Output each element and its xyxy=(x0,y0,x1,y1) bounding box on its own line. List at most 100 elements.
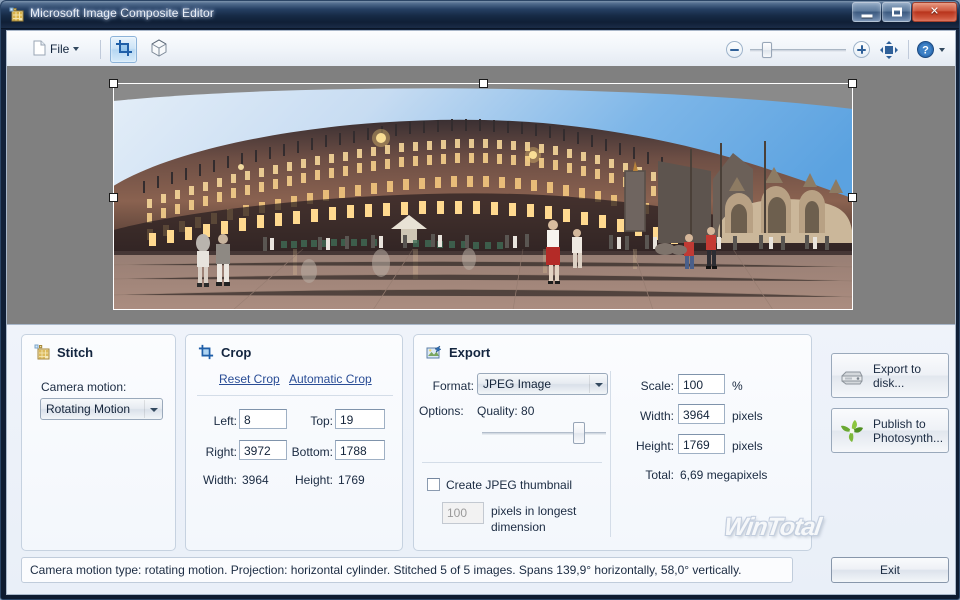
photosynth-leaf-icon xyxy=(839,418,865,444)
file-menu-button[interactable]: File xyxy=(24,36,87,62)
export-height-input[interactable]: 1769 xyxy=(678,434,725,454)
chevron-down-icon xyxy=(73,47,80,51)
crop-group: Crop Reset Crop Automatic Crop Left: 8 T… xyxy=(185,334,403,551)
crop-handle-top-right[interactable] xyxy=(848,79,857,88)
chevron-down-icon-camera xyxy=(150,408,158,412)
scale-input[interactable]: 100 xyxy=(678,374,725,394)
crop-tool-button[interactable] xyxy=(110,36,137,63)
status-bar: Camera motion type: rotating motion. Pro… xyxy=(21,557,793,583)
crop-right-label: Right: xyxy=(205,445,237,459)
stitch-title-label: Stitch xyxy=(57,344,94,360)
hard-disk-icon xyxy=(839,363,865,389)
camera-motion-select[interactable]: Rotating Motion xyxy=(40,398,163,420)
export-title-label: Export xyxy=(449,344,491,360)
quality-slider[interactable] xyxy=(482,422,606,444)
chevron-down-icon-help xyxy=(939,47,945,52)
title-bar: Microsoft Image Composite Editor ✕ xyxy=(1,1,959,29)
toolbar: File ? xyxy=(6,30,956,67)
publish-to-photosynth-button[interactable]: Publish to Photosynth... xyxy=(831,408,949,453)
help-question-icon: ? xyxy=(917,41,934,58)
crop-icon-panel xyxy=(198,344,214,360)
total-label: Total: xyxy=(645,468,674,482)
format-select[interactable]: JPEG Image xyxy=(477,373,608,395)
document-icon xyxy=(32,40,46,59)
stitch-group: Stitch Camera motion: Rotating Motion xyxy=(21,334,176,551)
create-jpeg-thumbnail-label: Create JPEG thumbnail xyxy=(446,478,573,492)
crop-handle-top-left[interactable] xyxy=(109,79,118,88)
file-menu-label: File xyxy=(50,42,70,56)
crop-title-label: Crop xyxy=(221,344,252,360)
zoom-slider[interactable] xyxy=(750,41,846,58)
panorama-selection[interactable] xyxy=(109,79,857,310)
export-width-unit: pixels xyxy=(732,409,763,423)
export-vertical-divider xyxy=(610,371,611,537)
export-width-label: Width: xyxy=(639,409,674,423)
crop-handle-middle-left[interactable] xyxy=(109,193,118,202)
reset-crop-link[interactable]: Reset Crop xyxy=(219,372,280,386)
crop-top-input[interactable]: 19 xyxy=(335,409,385,429)
toolbar-separator xyxy=(100,40,101,59)
crop-right-input[interactable]: 3972 xyxy=(239,440,287,460)
crop-divider xyxy=(197,395,393,396)
export-group-title: Export xyxy=(426,344,490,360)
selection-line-bottom xyxy=(113,309,853,310)
zoom-slider-thumb[interactable] xyxy=(762,42,772,58)
stitch-group-title: Stitch xyxy=(34,344,93,360)
create-jpeg-thumbnail-checkbox[interactable] xyxy=(427,478,440,491)
maximize-button[interactable] xyxy=(882,2,911,22)
bottom-panel: Stitch Camera motion: Rotating Motion Cr… xyxy=(6,324,956,595)
export-width-input[interactable]: 3964 xyxy=(678,404,725,424)
combo-divider-format xyxy=(589,375,590,393)
crop-width-value: 3964 xyxy=(242,473,269,487)
quality-label: Quality: 80 xyxy=(477,404,535,418)
cube-3d-icon xyxy=(149,38,169,61)
stitch-grid-icon xyxy=(34,344,50,360)
total-value: 6,69 megapixels xyxy=(680,468,768,482)
view-3d-tool-button[interactable] xyxy=(145,36,172,63)
export-height-unit: pixels xyxy=(732,439,763,453)
combo-divider xyxy=(144,400,145,418)
quality-slider-thumb[interactable] xyxy=(573,422,585,444)
automatic-crop-link[interactable]: Automatic Crop xyxy=(289,372,372,386)
exit-button[interactable]: Exit xyxy=(831,557,949,583)
zoom-in-icon[interactable] xyxy=(853,41,870,58)
crop-handle-middle-right[interactable] xyxy=(848,193,857,202)
thumbnail-size-label: pixels in longest dimension xyxy=(491,504,577,534)
window-title: Microsoft Image Composite Editor xyxy=(30,6,214,20)
crop-top-label: Top: xyxy=(310,414,333,428)
export-to-disk-label: Export to disk... xyxy=(873,361,922,390)
close-button[interactable]: ✕ xyxy=(912,2,957,22)
scale-label: Scale: xyxy=(640,379,674,393)
minimize-button[interactable] xyxy=(852,2,881,22)
crop-group-title: Crop xyxy=(198,344,251,360)
export-group: Export Format: JPEG Image Options: Quali… xyxy=(413,334,812,551)
fit-to-window-button[interactable] xyxy=(877,38,901,62)
zoom-out-icon[interactable] xyxy=(726,41,743,58)
crop-width-label: Width: xyxy=(202,473,237,487)
export-to-disk-button[interactable]: Export to disk... xyxy=(831,353,949,398)
crop-icon xyxy=(115,39,133,60)
export-height-label: Height: xyxy=(635,439,674,453)
camera-motion-value: Rotating Motion xyxy=(46,402,131,416)
crop-left-input[interactable]: 8 xyxy=(239,409,287,429)
export-left-divider xyxy=(422,462,602,463)
camera-motion-label: Camera motion: xyxy=(41,380,127,394)
crop-bottom-label: Bottom: xyxy=(291,445,333,459)
scale-unit: % xyxy=(732,379,743,393)
crop-handle-top-center[interactable] xyxy=(479,79,488,88)
panorama-image xyxy=(113,83,853,310)
crop-left-label: Left: xyxy=(213,414,237,428)
export-image-icon xyxy=(426,344,442,360)
format-label: Format: xyxy=(432,379,474,393)
image-canvas[interactable] xyxy=(6,66,956,324)
crop-bottom-input[interactable]: 1788 xyxy=(335,440,385,460)
application-window: Microsoft Image Composite Editor ✕ File xyxy=(0,0,960,600)
crop-height-value: 1769 xyxy=(338,473,365,487)
thumbnail-size-input[interactable]: 100 xyxy=(442,502,484,524)
format-value: JPEG Image xyxy=(483,377,552,391)
fit-to-window-icon xyxy=(880,40,898,59)
toolbar-separator-2 xyxy=(908,40,909,59)
options-label: Options: xyxy=(419,404,464,418)
chevron-down-icon-format xyxy=(595,383,603,387)
help-button[interactable]: ? xyxy=(916,40,945,59)
